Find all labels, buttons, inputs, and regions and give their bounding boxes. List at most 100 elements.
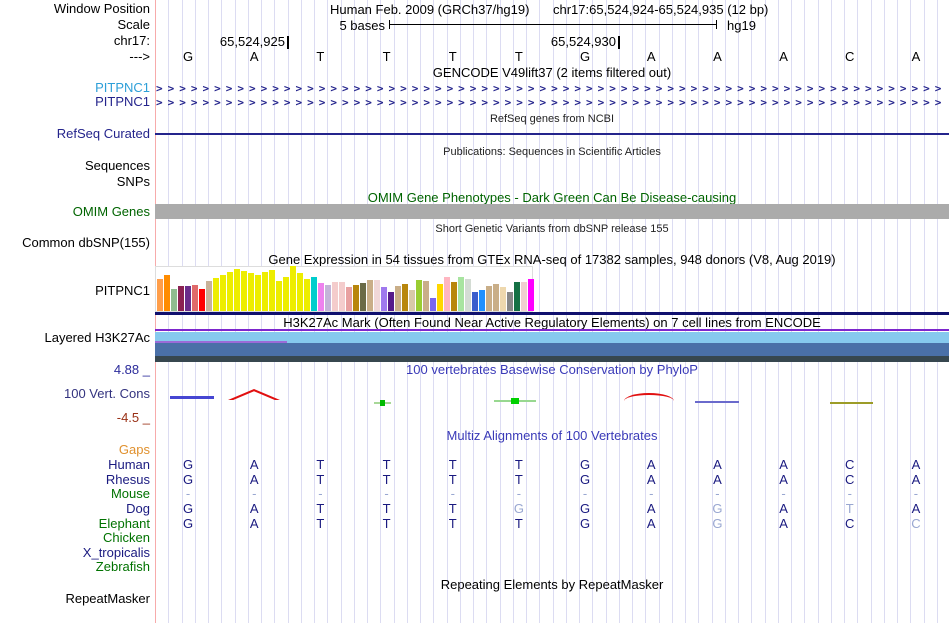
alignment-base[interactable]: -	[751, 487, 817, 501]
gtex-bar[interactable]	[199, 289, 205, 311]
phylop-feature-peak-mark[interactable]	[380, 400, 385, 406]
alignment-base[interactable]: A	[751, 473, 817, 487]
sequences-track-label[interactable]: Sequences	[0, 159, 150, 173]
base-letter[interactable]: A	[618, 50, 684, 64]
gtex-bar[interactable]	[164, 275, 170, 311]
alignment-base[interactable]: -	[883, 487, 949, 501]
gtex-bar[interactable]	[283, 277, 289, 311]
alignment-base[interactable]: A	[883, 473, 949, 487]
base-letter[interactable]: G	[552, 50, 618, 64]
snps-track-label[interactable]: SNPs	[0, 175, 150, 189]
gencode-item-label[interactable]: PITPNC1	[0, 81, 150, 95]
gtex-bar[interactable]	[171, 289, 177, 311]
alignment-base[interactable]: T	[420, 458, 486, 472]
gtex-bar-chart[interactable]	[155, 266, 533, 312]
ruler-number-2[interactable]: 65,524,930	[486, 34, 616, 49]
phylop-feature[interactable]	[695, 401, 739, 403]
gtex-bar[interactable]	[486, 286, 492, 311]
gtex-bar[interactable]	[374, 280, 380, 311]
phylop-feature[interactable]	[624, 393, 674, 401]
alignment-base[interactable]: G	[155, 458, 221, 472]
base-letter[interactable]: A	[883, 50, 949, 64]
gtex-bar[interactable]	[213, 278, 219, 311]
species-label[interactable]: Mouse	[0, 487, 150, 501]
alignment-base[interactable]: G	[552, 502, 618, 516]
gencode-item-label[interactable]: PITPNC1	[0, 95, 150, 109]
alignment-base[interactable]: A	[684, 473, 750, 487]
alignment-base[interactable]: T	[354, 502, 420, 516]
alignment-base[interactable]: A	[221, 473, 287, 487]
gtex-bar[interactable]	[297, 273, 303, 311]
alignment-base[interactable]: A	[618, 502, 684, 516]
alignment-base[interactable]: A	[883, 502, 949, 516]
alignment-base[interactable]: -	[684, 487, 750, 501]
alignment-base[interactable]: -	[155, 487, 221, 501]
gtex-bar[interactable]	[430, 298, 436, 311]
gtex-bar[interactable]	[521, 282, 527, 311]
alignment-base[interactable]: A	[751, 458, 817, 472]
alignment-base[interactable]: T	[354, 473, 420, 487]
phylop-track-label[interactable]: 100 Vert. Cons	[0, 387, 150, 401]
gtex-bar[interactable]	[269, 270, 275, 311]
h3k27ac-purple-line[interactable]	[155, 329, 949, 331]
alignment-base[interactable]: G	[155, 517, 221, 531]
gtex-bar[interactable]	[262, 272, 268, 311]
alignment-base[interactable]: -	[817, 487, 883, 501]
gtex-bar[interactable]	[465, 279, 471, 311]
phylop-feature[interactable]	[170, 396, 214, 399]
refseq-gene-line[interactable]	[155, 133, 949, 135]
species-label[interactable]: Elephant	[0, 517, 150, 531]
gtex-bar[interactable]	[451, 282, 457, 311]
phylop-feature[interactable]	[228, 389, 280, 400]
alignment-base[interactable]: -	[486, 487, 552, 501]
alignment-base[interactable]: T	[420, 473, 486, 487]
omim-track-label[interactable]: OMIM Genes	[0, 205, 150, 219]
alignment-base[interactable]: T	[287, 502, 353, 516]
alignment-base[interactable]: T	[354, 517, 420, 531]
gtex-bar[interactable]	[514, 282, 520, 311]
species-label[interactable]: Human	[0, 458, 150, 472]
alignment-base[interactable]: G	[155, 473, 221, 487]
phylop-feature-peak-mark[interactable]	[511, 398, 519, 404]
gtex-bar[interactable]	[493, 284, 499, 311]
alignment-base[interactable]: C	[817, 517, 883, 531]
gtex-bar[interactable]	[178, 286, 184, 311]
gtex-bar[interactable]	[346, 287, 352, 311]
species-label[interactable]: Chicken	[0, 531, 150, 545]
base-letter[interactable]: C	[817, 50, 883, 64]
gtex-bar[interactable]	[234, 269, 240, 311]
gtex-bar[interactable]	[206, 281, 212, 311]
gtex-bar[interactable]	[311, 277, 317, 311]
species-label[interactable]: Gaps	[0, 443, 150, 457]
gtex-bar[interactable]	[458, 277, 464, 311]
gtex-bar[interactable]	[402, 284, 408, 311]
gtex-bar[interactable]	[423, 281, 429, 311]
alignment-base[interactable]: T	[354, 458, 420, 472]
base-letter[interactable]: A	[751, 50, 817, 64]
gtex-bar[interactable]	[381, 287, 387, 311]
gtex-bar[interactable]	[479, 290, 485, 311]
species-label[interactable]: Dog	[0, 502, 150, 516]
alignment-base[interactable]: A	[883, 458, 949, 472]
gtex-bar[interactable]	[360, 283, 366, 311]
gtex-bar[interactable]	[528, 279, 534, 311]
alignment-base[interactable]: C	[817, 458, 883, 472]
alignment-base[interactable]: A	[618, 458, 684, 472]
alignment-base[interactable]: G	[684, 502, 750, 516]
alignment-base[interactable]: T	[817, 502, 883, 516]
omim-gene-bar[interactable]	[155, 204, 949, 219]
base-letter[interactable]: A	[221, 50, 287, 64]
base-letter[interactable]: A	[684, 50, 750, 64]
h3k27ac-track-label[interactable]: Layered H3K27Ac	[0, 331, 150, 345]
gtex-bar[interactable]	[367, 280, 373, 311]
gtex-gene-label[interactable]: PITPNC1	[0, 284, 150, 298]
gtex-bar[interactable]	[500, 287, 506, 311]
alignment-base[interactable]: -	[618, 487, 684, 501]
alignment-base[interactable]: C	[817, 473, 883, 487]
base-letter[interactable]: T	[354, 50, 420, 64]
gtex-bar[interactable]	[318, 283, 324, 311]
alignment-base[interactable]: G	[552, 458, 618, 472]
h3k27ac-steel-band[interactable]	[155, 343, 949, 356]
gtex-bar[interactable]	[227, 272, 233, 311]
alignment-base[interactable]: A	[618, 473, 684, 487]
